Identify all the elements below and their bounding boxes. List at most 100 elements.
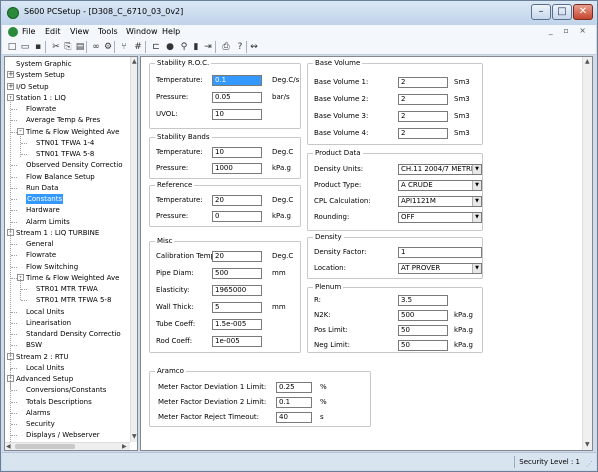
scroll-thumb[interactable] xyxy=(15,444,75,449)
menu-edit[interactable]: Edit xyxy=(45,27,61,36)
tree-expander-icon[interactable]: + xyxy=(7,71,14,79)
scroll-right-icon[interactable]: ▶ xyxy=(122,443,127,450)
dropdown-select[interactable]: OFF ▼ xyxy=(398,212,482,223)
value-input[interactable]: 0.1 xyxy=(212,75,262,86)
dropdown-select[interactable]: CH.11 2004/7 METRIC ▼ xyxy=(398,164,482,175)
tree-item[interactable]: Advanced Setup xyxy=(16,374,73,384)
value-input[interactable]: 2 xyxy=(398,94,448,105)
tree-item[interactable]: Flowrate xyxy=(26,250,56,260)
scroll-down-icon[interactable]: ▼ xyxy=(132,433,137,440)
tree-item[interactable]: Station 1 : LIQ xyxy=(16,93,66,103)
tree-item[interactable]: Standard Density Correctio xyxy=(26,329,121,339)
tree-item[interactable]: Displays / Webserver xyxy=(26,430,100,440)
tree-item[interactable]: Alarm Limits xyxy=(26,217,70,227)
tree-item[interactable]: Flow Switching xyxy=(26,262,78,272)
value-input[interactable]: 1 xyxy=(398,247,482,258)
value-input[interactable]: 10 xyxy=(212,109,262,120)
tree-item-selected[interactable]: Constants xyxy=(26,194,64,204)
menu-file[interactable]: File xyxy=(22,27,35,36)
chevron-down-icon[interactable]: ▼ xyxy=(472,165,481,174)
pin-icon[interactable]: ⚲ xyxy=(178,41,190,53)
value-input[interactable]: 1965000 xyxy=(212,285,262,296)
scroll-down-icon[interactable]: ▼ xyxy=(585,441,590,448)
chevron-down-icon[interactable]: ▼ xyxy=(472,213,481,222)
tree-item[interactable]: Run Data xyxy=(26,183,58,193)
value-input[interactable]: 2 xyxy=(398,111,448,122)
tree-item[interactable]: BSW xyxy=(26,340,42,350)
tree-vertical-scrollbar[interactable]: ▲ ▼ xyxy=(130,57,137,442)
hash-icon[interactable]: # xyxy=(132,41,144,53)
menu-help[interactable]: Help xyxy=(162,27,180,36)
value-input[interactable]: 3.5 xyxy=(398,295,448,306)
maximize-button[interactable]: □ xyxy=(552,4,572,20)
tree-item[interactable]: Flowrate xyxy=(26,104,56,114)
close-button[interactable]: ✕ xyxy=(573,4,593,20)
tree-item[interactable]: Hardware xyxy=(26,205,60,215)
chevron-down-icon[interactable]: ▼ xyxy=(472,264,481,273)
menu-view[interactable]: View xyxy=(70,27,89,36)
stop-icon[interactable]: ● xyxy=(164,41,176,53)
menu-tools[interactable]: Tools xyxy=(98,27,118,36)
tree-expander-icon[interactable]: + xyxy=(7,82,14,90)
connect-icon[interactable]: ⇥ xyxy=(202,41,214,53)
chevron-down-icon[interactable]: ▼ xyxy=(472,197,481,206)
value-input[interactable]: 10 xyxy=(212,147,262,158)
tree-item[interactable]: Flow Balance Setup xyxy=(26,172,95,182)
tree-item[interactable]: Security xyxy=(26,419,55,429)
value-input[interactable]: 0 xyxy=(212,211,262,222)
open-folder-icon[interactable]: ▭ xyxy=(19,41,31,53)
menu-window[interactable]: Window xyxy=(126,27,158,36)
dropdown-select[interactable]: API1121M ▼ xyxy=(398,196,482,207)
value-input[interactable]: 0.1 xyxy=(276,397,312,408)
link-icon[interactable]: ∞ xyxy=(90,41,102,53)
station-icon[interactable]: ⊏ xyxy=(150,41,162,53)
tree-item[interactable]: General xyxy=(26,239,54,249)
tree-item[interactable]: Totals Descriptions xyxy=(26,397,92,407)
tree-item[interactable]: Average Temp & Pres xyxy=(26,115,100,125)
tree-item[interactable]: Local Units xyxy=(26,307,64,317)
tree-item[interactable]: STR01 MTR TFWA xyxy=(36,284,98,294)
resize-grip-icon[interactable]: ⋰ xyxy=(586,460,593,468)
tree-item[interactable]: Time & Flow Weighted Ave xyxy=(26,273,119,283)
value-input[interactable]: 1000 xyxy=(212,163,262,174)
tree-horizontal-scrollbar[interactable]: ◀ ▶ xyxy=(5,442,130,450)
new-file-icon[interactable]: □ xyxy=(6,41,18,53)
tree-item[interactable]: Conversions/Constants xyxy=(26,385,106,395)
help-icon[interactable]: ? xyxy=(234,41,246,53)
value-input[interactable]: 0.05 xyxy=(212,92,262,103)
value-input[interactable]: 2 xyxy=(398,77,448,88)
dropdown-select[interactable]: A CRUDE ▼ xyxy=(398,180,482,191)
copy-icon[interactable]: ⎘ xyxy=(62,41,74,53)
value-input[interactable]: 0.25 xyxy=(276,382,312,393)
settings-icon[interactable]: ⚙ xyxy=(102,41,114,53)
scroll-left-icon[interactable]: ◀ xyxy=(6,443,11,450)
value-input[interactable]: 500 xyxy=(398,310,448,321)
value-input[interactable]: 2 xyxy=(398,128,448,139)
tree-item[interactable]: Stream 2 : RTU xyxy=(16,352,69,362)
value-input[interactable]: 50 xyxy=(398,340,448,351)
minimize-button[interactable]: – xyxy=(531,4,551,20)
value-input[interactable]: 20 xyxy=(212,195,262,206)
value-input[interactable]: 40 xyxy=(276,412,312,423)
mdi-controls[interactable]: _ ▫ × xyxy=(549,26,590,35)
print-icon[interactable]: ⎙ xyxy=(220,41,232,53)
save-icon[interactable]: ▪ xyxy=(32,41,44,53)
arrows-icon[interactable]: ↭ xyxy=(248,41,260,53)
tree-item[interactable]: STR01 MTR TFWA 5-8 xyxy=(36,295,111,305)
tree-item[interactable]: Time & Flow Weighted Ave xyxy=(26,127,119,137)
tree-item[interactable]: Alarms xyxy=(26,408,50,418)
tree-item[interactable]: Stream 1 : LIQ TURBINE xyxy=(16,228,99,238)
tree-item[interactable]: I/O Setup xyxy=(16,82,49,92)
scroll-up-icon[interactable]: ▲ xyxy=(585,58,590,65)
value-input[interactable]: 1.5e-005 xyxy=(212,319,262,330)
green-bar-icon[interactable]: ▮ xyxy=(190,41,202,53)
value-input[interactable]: 500 xyxy=(212,268,262,279)
cut-icon[interactable]: ✂ xyxy=(50,41,62,53)
tree-item[interactable]: Linearisation xyxy=(26,318,71,328)
tree-item[interactable]: Observed Density Correctio xyxy=(26,160,123,170)
value-input[interactable]: 1e-005 xyxy=(212,336,262,347)
flowchart-icon[interactable]: ⑂ xyxy=(118,41,130,53)
tree-item[interactable]: System Graphic xyxy=(16,59,72,69)
panel-vertical-scrollbar[interactable]: ▲ ▼ xyxy=(582,57,592,450)
chevron-down-icon[interactable]: ▼ xyxy=(472,181,481,190)
